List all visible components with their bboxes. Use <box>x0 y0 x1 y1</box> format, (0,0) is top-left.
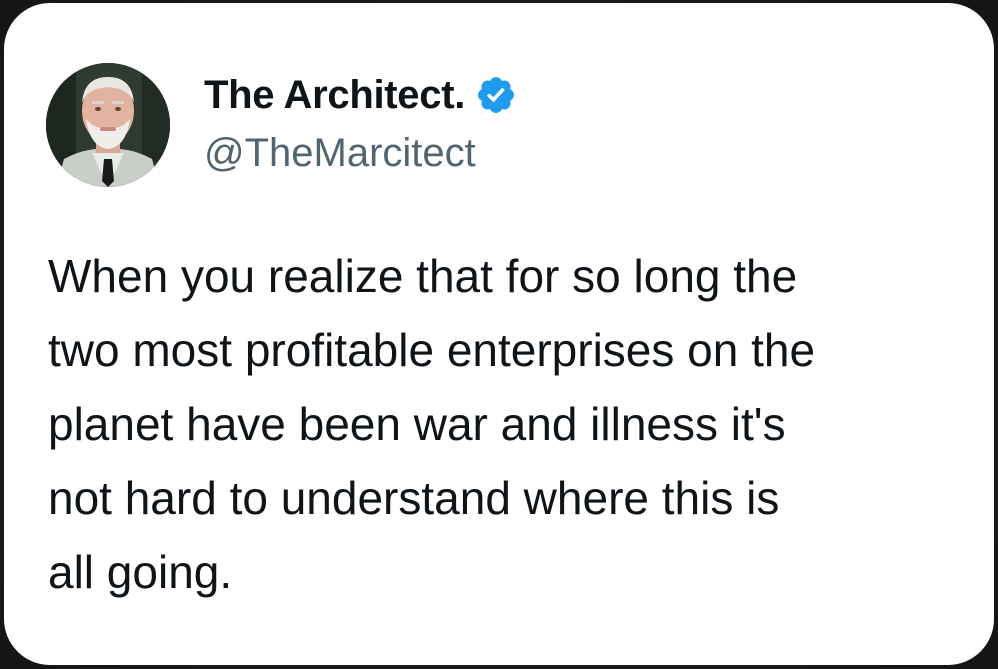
tweet-text-line: two most profitable enterprises on the <box>48 324 816 376</box>
tweet-text-line: all going. <box>48 546 233 598</box>
verified-badge-icon <box>475 74 517 116</box>
page-background: The Architect. @TheMarcitect When you re… <box>0 0 998 669</box>
author-handle[interactable]: @TheMarcitect <box>204 131 476 176</box>
tweet-card[interactable]: The Architect. @TheMarcitect When you re… <box>4 3 994 665</box>
author-name-row: The Architect. <box>204 69 517 121</box>
tweet-text-line: When you realize that for so long the <box>48 250 798 302</box>
tweet-body: When you realize that for so long the tw… <box>48 239 958 609</box>
tweet-text-line: not hard to understand where this is <box>48 472 780 524</box>
tweet-text-line: planet have been war and illness it's <box>48 398 786 450</box>
author-display-name[interactable]: The Architect. <box>204 73 465 118</box>
avatar-image <box>46 63 170 187</box>
avatar[interactable] <box>46 63 170 187</box>
